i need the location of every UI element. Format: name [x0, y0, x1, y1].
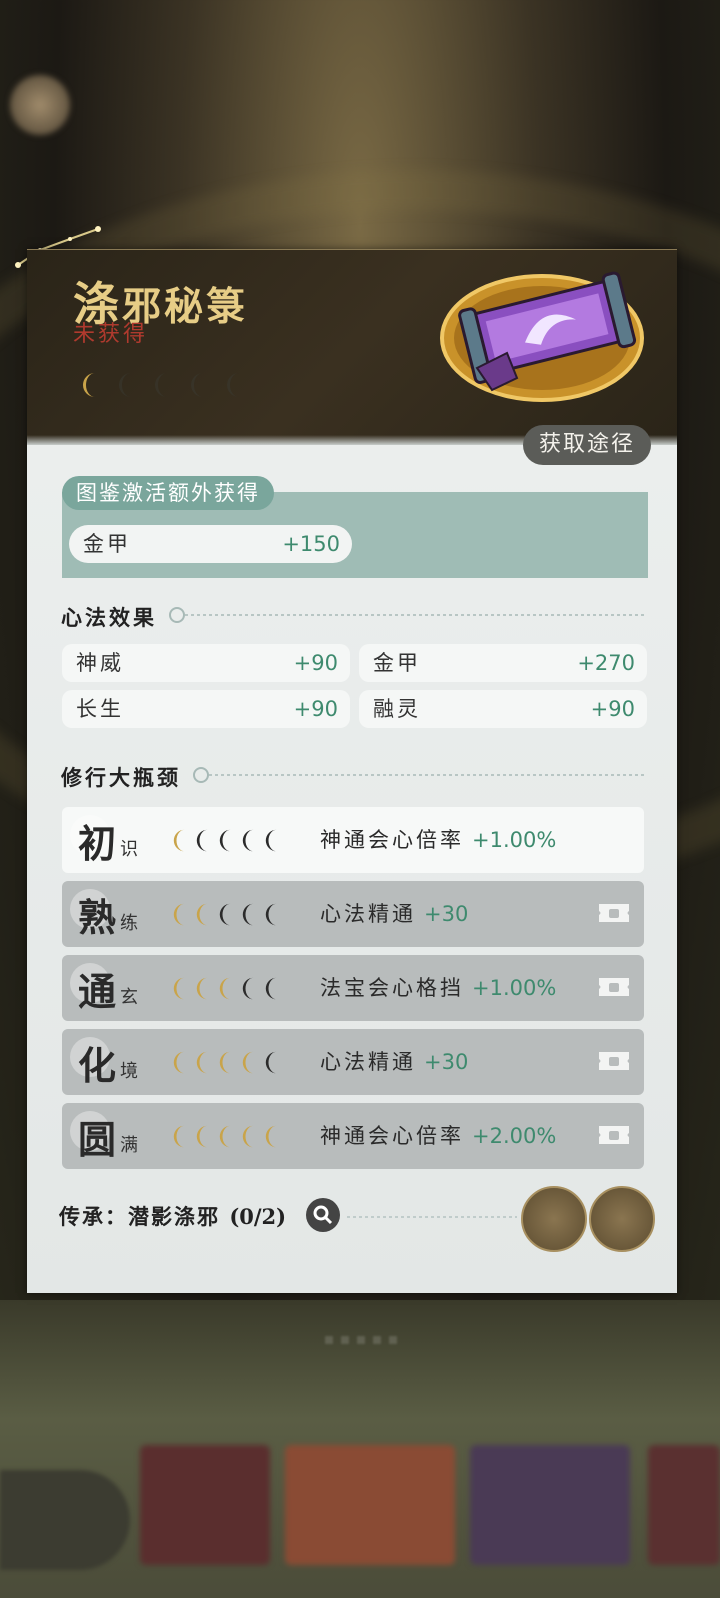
lock-icon	[599, 1052, 629, 1070]
inheritance-label: 传承：潜影涤邪 (0/2)	[59, 1204, 287, 1229]
effect-stat: 融灵 +90	[359, 690, 647, 728]
moon-empty-icon	[193, 827, 215, 854]
moon-filled-icon	[193, 1123, 215, 1150]
acquire-source-button[interactable]: 获取途径	[523, 425, 652, 465]
stat-label: 金甲	[83, 532, 131, 556]
moon-filled-icon	[193, 975, 215, 1002]
bottleneck-stage: 通玄 法宝会心格挡 +1.00%	[62, 955, 644, 1021]
moon-empty-icon	[262, 1049, 284, 1076]
stage-moon-rating	[170, 1123, 284, 1150]
stage-subname: 境	[120, 1061, 138, 1082]
stage-name: 圆	[78, 1117, 117, 1162]
moon-filled-icon	[170, 1123, 192, 1150]
moon-empty-icon	[216, 901, 238, 928]
lock-icon	[599, 1126, 629, 1144]
star-filled-icon	[79, 370, 103, 400]
inheritance-book-icon[interactable]	[521, 1186, 587, 1252]
star-empty-icon	[223, 370, 247, 400]
bottleneck-stage: 化境 心法精通 +30	[62, 1029, 644, 1095]
moon-empty-icon	[262, 901, 284, 928]
stage-effect: 心法精通 +30	[320, 902, 469, 926]
stat-value: +150	[282, 532, 340, 556]
stage-effect: 神通会心倍率 +1.00%	[320, 828, 557, 852]
moon-filled-icon	[239, 1123, 261, 1150]
moon-filled-icon	[216, 975, 238, 1002]
stage-moon-rating	[170, 827, 284, 854]
item-status: 未获得	[73, 322, 149, 347]
effects-section-title: 心法效果	[61, 605, 157, 630]
stage-moon-rating	[170, 1049, 284, 1076]
stage-name: 初	[78, 821, 117, 866]
item-header: 涤邪秘箓 未获得	[27, 249, 677, 445]
collection-bonus-tag: 图鉴激活额外获得	[62, 476, 274, 510]
star-empty-icon	[187, 370, 211, 400]
moon-empty-icon	[262, 827, 284, 854]
moon-filled-icon	[239, 1049, 261, 1076]
stage-name: 熟	[78, 895, 117, 940]
moon-filled-icon	[170, 975, 192, 1002]
moon-filled-icon	[216, 1123, 238, 1150]
moon-filled-icon	[193, 901, 215, 928]
inheritance-scroll-icon[interactable]	[589, 1186, 655, 1252]
collection-bonus-stat: 金甲 +150	[69, 525, 352, 563]
star-empty-icon	[115, 370, 139, 400]
bottleneck-stage: 初识 神通会心倍率 +1.00%	[62, 807, 644, 873]
stage-subname: 练	[120, 913, 138, 934]
moon-filled-icon	[170, 1049, 192, 1076]
bottleneck-section-title: 修行大瓶颈	[61, 765, 181, 790]
stage-name: 化	[78, 1043, 117, 1088]
moon-filled-icon	[262, 1123, 284, 1150]
stage-subname: 识	[120, 839, 138, 860]
moon-empty-icon	[216, 827, 238, 854]
stage-effect: 心法精通 +30	[320, 1050, 469, 1074]
item-star-rating	[79, 370, 247, 400]
bottleneck-stage: 熟练 心法精通 +30	[62, 881, 644, 947]
moon-empty-icon	[239, 901, 261, 928]
back-button-blurred	[0, 1470, 130, 1570]
moon-filled-icon	[193, 1049, 215, 1076]
moon-empty-icon	[239, 975, 261, 1002]
lock-icon	[599, 904, 629, 922]
search-icon	[313, 1205, 333, 1225]
stage-moon-rating	[170, 975, 284, 1002]
effect-stat: 长生 +90	[62, 690, 350, 728]
stage-subname: 玄	[120, 987, 138, 1008]
scroll-item-icon	[440, 271, 644, 402]
inheritance-search-button[interactable]	[306, 1198, 340, 1232]
moon-empty-icon	[262, 975, 284, 1002]
stage-effect: 神通会心倍率 +2.00%	[320, 1124, 557, 1148]
effect-stat: 金甲 +270	[359, 644, 647, 682]
effect-stat: 神威 +90	[62, 644, 350, 682]
bottleneck-stage: 圆满 神通会心倍率 +2.00%	[62, 1103, 644, 1169]
star-empty-icon	[151, 370, 175, 400]
background-profile	[10, 70, 290, 200]
moon-filled-icon	[216, 1049, 238, 1076]
item-detail-panel: 涤邪秘箓 未获得 获取途径 图鉴激活额外获得 金甲 +150 心法效果 神威 +9…	[27, 249, 677, 1293]
stage-effect: 法宝会心格挡 +1.00%	[320, 976, 557, 1000]
moon-filled-icon	[170, 827, 192, 854]
stage-subname: 满	[120, 1135, 138, 1156]
moon-empty-icon	[239, 827, 261, 854]
moon-filled-icon	[170, 901, 192, 928]
stage-name: 通	[78, 969, 117, 1014]
stage-moon-rating	[170, 901, 284, 928]
lock-icon	[599, 978, 629, 996]
